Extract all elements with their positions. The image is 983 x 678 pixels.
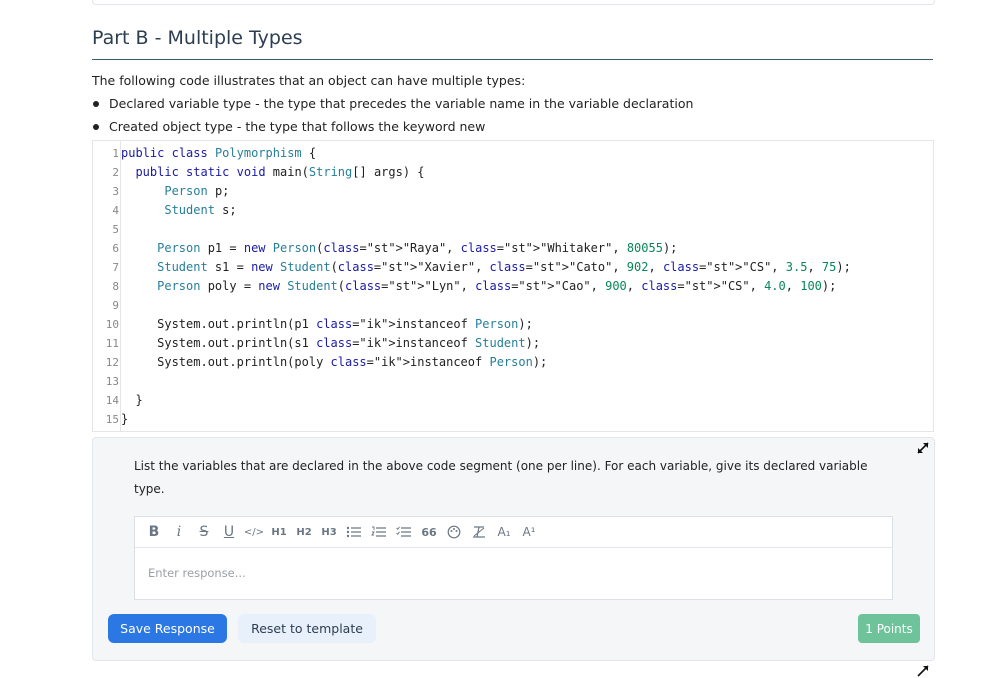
code-text: Student s; (164, 203, 237, 217)
save-response-button[interactable]: Save Response (108, 614, 227, 643)
line-number: 4 (112, 204, 119, 217)
code-text: } (121, 412, 129, 426)
line-number: 6 (112, 242, 119, 255)
intro-text: The following code illustrates that an o… (92, 73, 526, 88)
subscript-button[interactable]: A₁ (493, 521, 515, 543)
checklist-icon[interactable] (393, 521, 415, 543)
code-text: System.out.println(p1 class="ik">instanc… (121, 317, 533, 331)
line-number: 1 (112, 147, 119, 160)
numbered-list-icon[interactable] (368, 521, 390, 543)
type-definitions-list: Declared variable type - the type that p… (92, 96, 693, 142)
color-palette-icon[interactable] (443, 521, 465, 543)
line-number: 10 (105, 318, 119, 331)
rich-text-editor: B i S U </> H1 H2 H3 66 A₁ A¹ (134, 516, 893, 600)
section-title: Part B - Multiple Types (92, 27, 303, 49)
heading2-button[interactable]: H2 (293, 521, 315, 543)
editor-toolbar: B i S U </> H1 H2 H3 66 A₁ A¹ (135, 517, 892, 548)
code-text: } (121, 393, 143, 407)
code-text: Student s1 = new Student(class="st">"Xav… (157, 260, 851, 274)
clear-format-icon[interactable] (468, 521, 490, 543)
previous-card (92, 0, 935, 5)
line-number: 7 (112, 261, 119, 274)
code-text: Person p; (164, 184, 230, 198)
line-number: 9 (112, 299, 119, 312)
heading1-button[interactable]: H1 (268, 521, 290, 543)
code-text: Person p1 = new Person(class="st">"Raya"… (157, 241, 678, 255)
line-number: 5 (112, 223, 119, 236)
line-number: 8 (112, 280, 119, 293)
strikethrough-button[interactable]: S (193, 521, 215, 543)
italic-button[interactable]: i (168, 521, 190, 543)
quote-button[interactable]: 66 (418, 521, 440, 543)
code-text: System.out.println(poly class="ik">insta… (121, 355, 548, 369)
list-item: Declared variable type - the type that p… (92, 96, 693, 119)
question-prompt: List the variables that are declared in … (134, 459, 868, 496)
superscript-button[interactable]: A¹ (518, 521, 540, 543)
list-item: Created object type - the type that foll… (92, 119, 693, 142)
code-text: System.out.println(s1 class="ik">instanc… (121, 336, 541, 350)
code-block: 1 public class Polymorphism {2 public sta… (92, 140, 934, 432)
code-text: public static void main(String[] args) { (135, 165, 425, 179)
bullet-list-icon[interactable] (343, 521, 365, 543)
response-input[interactable] (135, 548, 889, 598)
code-text: public class Polymorphism { (121, 146, 317, 160)
reset-template-button[interactable]: Reset to template (238, 614, 376, 643)
expand-icon[interactable] (916, 441, 930, 455)
line-number: 12 (105, 356, 119, 369)
title-divider (92, 59, 933, 60)
bold-button[interactable]: B (143, 521, 165, 543)
line-number: 15 (105, 413, 119, 426)
line-number: 2 (112, 166, 119, 179)
line-number: 3 (112, 185, 119, 198)
line-number: 13 (105, 375, 119, 388)
points-badge: 1 Points (858, 614, 920, 643)
code-text: Person poly = new Student(class="st">"Ly… (157, 279, 837, 293)
line-number: 11 (105, 337, 119, 350)
underline-button[interactable]: U (218, 521, 240, 543)
line-number: 14 (105, 394, 119, 407)
code-button[interactable]: </> (243, 521, 265, 543)
heading3-button[interactable]: H3 (318, 521, 340, 543)
